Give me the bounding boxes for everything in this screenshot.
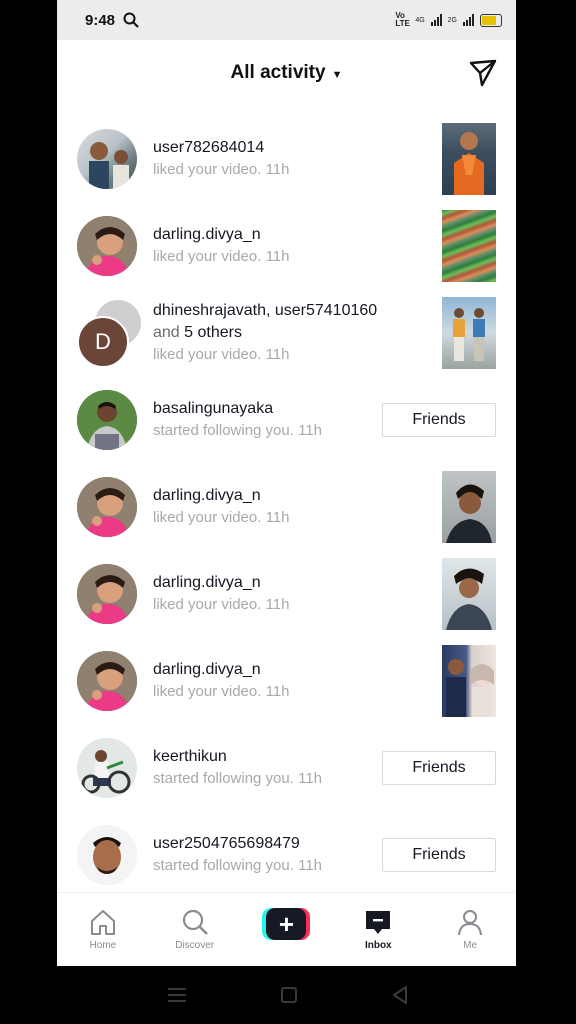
video-thumbnail[interactable]	[442, 557, 496, 630]
plus-icon: +	[266, 907, 307, 940]
activity-row[interactable]: darling.divya_n liked your video. 11h	[57, 637, 516, 724]
username[interactable]: keerthikun	[153, 746, 386, 768]
username[interactable]: user782684014	[153, 137, 386, 159]
username[interactable]: user2504765698479	[153, 833, 386, 855]
activity-time: 11h	[298, 421, 323, 439]
activity-action: started following you.	[153, 421, 294, 439]
avatar[interactable]	[77, 737, 137, 798]
friends-button[interactable]: Friends	[382, 750, 496, 785]
phone-screen: 9:48 Vo LTE 4G 2G All activity ▼ user782…	[57, 0, 516, 966]
tab-create[interactable]: +	[241, 893, 333, 966]
avatar[interactable]	[77, 215, 137, 276]
activity-action: liked your video.	[153, 247, 262, 265]
activity-action: liked your video.	[153, 508, 262, 526]
username[interactable]: darling.divya_n	[153, 485, 386, 507]
video-thumbnail[interactable]	[442, 296, 496, 369]
activity-action: liked your video.	[153, 595, 262, 613]
page-title: All activity	[230, 61, 326, 83]
activity-time: 11h	[298, 769, 323, 787]
video-thumbnail[interactable]	[442, 644, 496, 717]
avatar[interactable]	[77, 650, 137, 711]
username[interactable]: basalingunayaka	[153, 398, 386, 420]
avatar[interactable]	[77, 563, 137, 624]
tab-inbox[interactable]: Inbox	[332, 893, 424, 966]
activity-row[interactable]: user782684014 liked your video. 11h	[57, 115, 516, 202]
signal-icon-2	[463, 14, 474, 26]
activity-row[interactable]: basalingunayaka started following you. 1…	[57, 376, 516, 463]
profile-icon	[458, 910, 483, 936]
activity-time: 11h	[265, 345, 290, 363]
tab-label: Me	[463, 940, 478, 951]
battery-icon	[480, 13, 502, 27]
video-thumbnail[interactable]	[442, 470, 496, 543]
network-label-1: 4G	[415, 16, 425, 24]
activity-time: 11h	[265, 508, 290, 526]
status-bar: 9:48 Vo LTE 4G 2G	[57, 0, 516, 40]
avatar[interactable]	[77, 128, 137, 189]
username[interactable]: darling.divya_n	[153, 572, 386, 594]
username[interactable]: darling.divya_n	[153, 659, 386, 681]
tab-label: Inbox	[364, 940, 392, 951]
caret-down-icon: ▼	[331, 68, 343, 81]
activity-row[interactable]: keerthikun started following you. 11h Fr…	[57, 724, 516, 811]
avatar[interactable]	[77, 389, 137, 450]
activity-action: started following you.	[153, 769, 294, 787]
username[interactable]: darling.divya_n	[153, 224, 386, 246]
activity-action: liked your video.	[153, 682, 262, 700]
activity-time: 11h	[265, 160, 290, 178]
menu-icon[interactable]	[168, 987, 186, 1003]
bottom-tab-bar: Home Discover + Inbox Me	[57, 892, 516, 966]
others-link[interactable]: 5 others	[184, 324, 242, 341]
inbox-header: All activity ▼	[57, 40, 516, 105]
search-icon	[123, 12, 139, 28]
friends-button[interactable]: Friends	[382, 402, 496, 437]
activity-action: started following you.	[153, 856, 294, 874]
tab-me[interactable]: Me	[424, 893, 516, 966]
activity-row[interactable]: user2504765698479 started following you.…	[57, 811, 516, 898]
home-icon	[90, 910, 115, 935]
video-thumbnail[interactable]	[442, 209, 496, 282]
activity-time: 11h	[265, 682, 290, 700]
tab-label: Home	[89, 940, 117, 951]
activity-action: liked your video.	[153, 345, 262, 363]
tab-label: Discover	[175, 940, 215, 951]
avatar-initial: D	[77, 315, 129, 368]
activity-row[interactable]: darling.divya_n liked your video. 11h	[57, 202, 516, 289]
back-icon[interactable]	[392, 986, 408, 1004]
status-time: 9:48	[85, 11, 116, 29]
video-thumbnail[interactable]	[442, 122, 496, 195]
activity-time: 11h	[265, 595, 290, 613]
activity-action: liked your video.	[153, 160, 262, 178]
system-nav-bar	[0, 966, 576, 1024]
activity-row[interactable]: D dhineshrajavath, user57410160 and 5 ot…	[57, 289, 516, 376]
and-text: and	[153, 323, 180, 341]
network-label-2: 2G	[447, 16, 457, 24]
username[interactable]: dhineshrajavath, user57410160	[153, 300, 386, 322]
activity-filter-dropdown[interactable]: All activity ▼	[231, 62, 343, 84]
tab-discover[interactable]: Discover	[149, 893, 241, 966]
home-button-icon[interactable]	[281, 987, 297, 1003]
activity-time: 11h	[265, 247, 290, 265]
activity-row[interactable]: darling.divya_n liked your video. 11h	[57, 550, 516, 637]
grouped-avatar[interactable]: D	[77, 299, 143, 368]
inbox-icon	[366, 911, 391, 934]
friends-button[interactable]: Friends	[382, 837, 496, 872]
signal-icon	[430, 14, 442, 26]
avatar[interactable]	[77, 824, 137, 885]
avatar[interactable]	[77, 476, 137, 537]
activity-row[interactable]: darling.divya_n liked your video. 11h	[57, 463, 516, 550]
create-button[interactable]: +	[262, 907, 311, 940]
direct-message-icon[interactable]	[468, 58, 498, 88]
search-icon	[182, 909, 208, 935]
volte-indicator: Vo LTE	[395, 11, 410, 28]
activity-time: 11h	[298, 856, 323, 874]
tab-home[interactable]: Home	[57, 893, 149, 966]
